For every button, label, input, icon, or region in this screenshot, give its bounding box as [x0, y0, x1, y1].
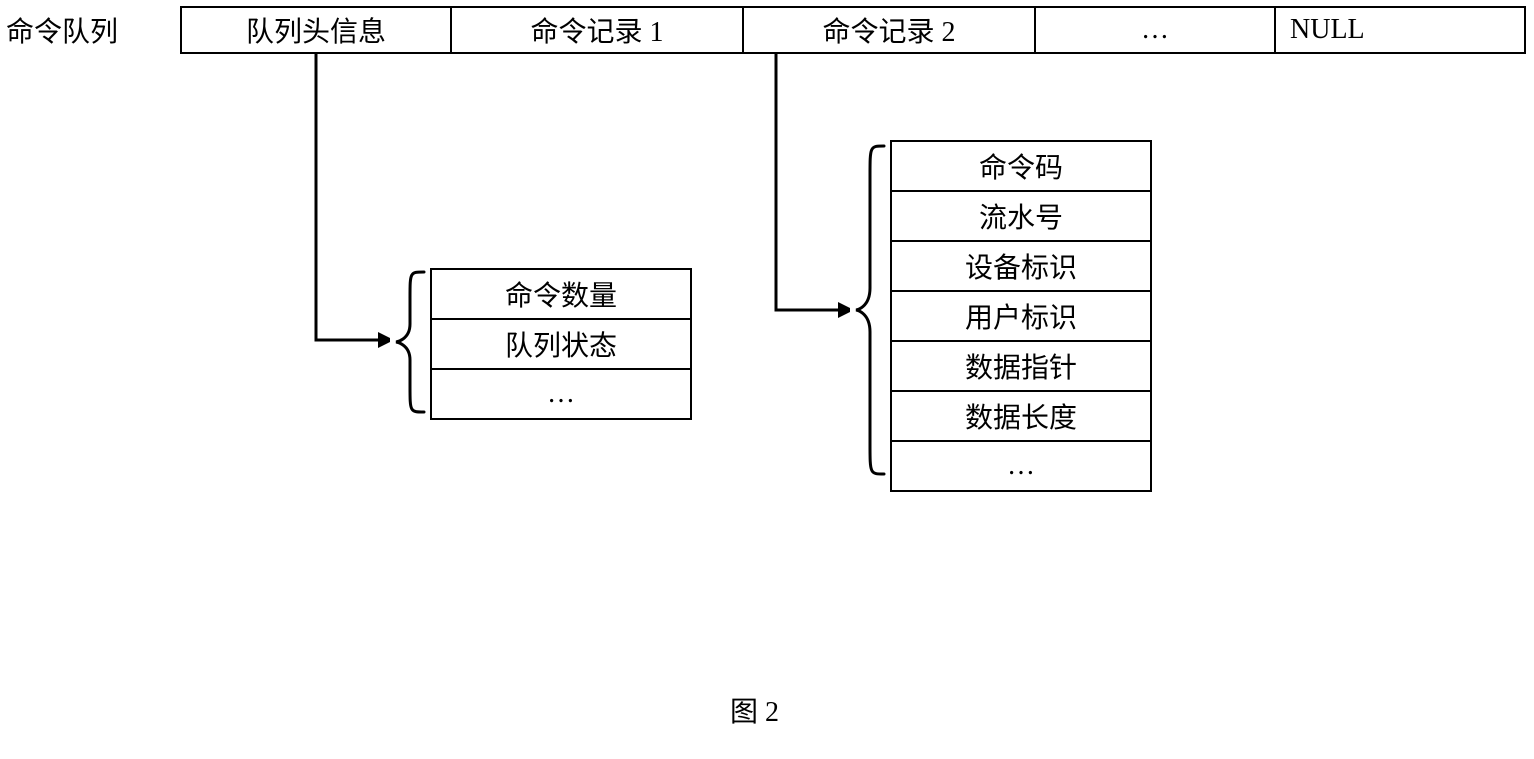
header-detail-row: …	[432, 368, 690, 418]
queue-header-cell: 队列头信息	[180, 6, 452, 54]
brace-record	[850, 140, 888, 480]
record-detail-row: 数据指针	[892, 340, 1150, 390]
record-detail-row: 命令码	[892, 142, 1150, 190]
queue-label: 命令队列	[6, 10, 118, 50]
header-detail-row: 队列状态	[432, 318, 690, 368]
brace-header	[390, 268, 428, 416]
figure-caption: 图 2	[730, 690, 779, 730]
ellipsis-cell: …	[1036, 6, 1276, 54]
record1-cell: 命令记录 1	[452, 6, 744, 54]
diagram-canvas: 命令队列 队列头信息 命令记录 1 命令记录 2 … NULL 命令数量 队列状…	[0, 0, 1534, 759]
record-detail-row: 数据长度	[892, 390, 1150, 440]
record-detail-table: 命令码 流水号 设备标识 用户标识 数据指针 数据长度 …	[890, 140, 1152, 492]
record-detail-row: 设备标识	[892, 240, 1150, 290]
header-detail-table: 命令数量 队列状态 …	[430, 268, 692, 420]
arrow-header-to-detail	[300, 54, 390, 354]
arrow-record-to-detail	[760, 54, 850, 354]
null-cell: NULL	[1276, 6, 1526, 54]
record-detail-row: …	[892, 440, 1150, 490]
record-detail-row: 流水号	[892, 190, 1150, 240]
header-detail-row: 命令数量	[432, 270, 690, 318]
record2-cell: 命令记录 2	[744, 6, 1036, 54]
record-detail-row: 用户标识	[892, 290, 1150, 340]
